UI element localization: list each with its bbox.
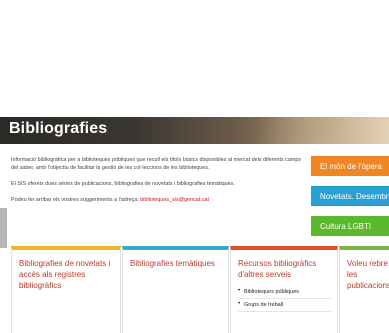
contact-prefix: Podeu fer arribar els vostres suggerimen… — [11, 197, 141, 203]
intro-paragraph: El SIS ofereix dues sèries de publicacio… — [11, 181, 235, 187]
intro-paragraph: Informació bibliogràfica per a biblioteq… — [11, 157, 302, 171]
email-link[interactable]: biblioteques_sis@gencat.cat — [140, 197, 209, 203]
card-title[interactable]: Recursos bibliogràfics d'altres serveis — [238, 258, 331, 280]
card-voleu-rebre[interactable]: Voleu rebre les publicacions — [339, 246, 389, 333]
intro-text: Informació bibliogràfica per a biblioteq… — [11, 156, 306, 212]
page-title: Bibliografies — [9, 120, 108, 137]
card-novetats[interactable]: Bibliografies de novetats i accés als re… — [11, 246, 121, 333]
page-banner: Bibliografies — [0, 117, 389, 144]
card-recursos[interactable]: Recursos bibliogràfics d'altres serveis … — [230, 246, 338, 333]
card-title[interactable]: Bibliografies temàtiques — [130, 258, 222, 269]
opera-button[interactable]: El món de l'òpera — [311, 156, 389, 176]
card-title[interactable]: Bibliografies de novetats i accés als re… — [19, 258, 114, 291]
banner-image — [259, 117, 389, 144]
card-tematiques[interactable]: Bibliografies temàtiques — [122, 246, 229, 333]
cultura-lgbti-button[interactable]: Cultura LGBTI — [311, 216, 389, 236]
novetats-desembre-button[interactable]: Novetats. Desembre — [311, 186, 389, 206]
recursos-list: Biblioteques públiques Grups de treball — [238, 286, 331, 312]
list-item[interactable]: Biblioteques públiques — [238, 286, 331, 299]
list-item[interactable]: Grups de treball — [238, 299, 331, 312]
intro-paragraph-contact: Podeu fer arribar els vostres suggerimen… — [11, 196, 306, 204]
card-title[interactable]: Voleu rebre les publicacions — [347, 258, 389, 291]
side-tab[interactable] — [0, 208, 7, 248]
